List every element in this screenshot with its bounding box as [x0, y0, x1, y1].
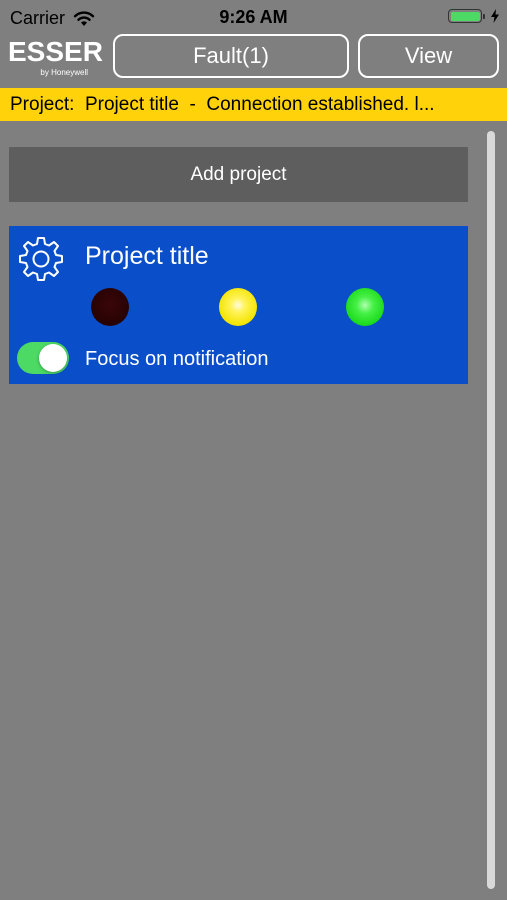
- bolt-icon: [491, 9, 499, 23]
- scrollbar[interactable]: [487, 131, 495, 889]
- battery-icon: [448, 9, 482, 23]
- esser-logo: ESSER by Honeywell: [8, 36, 106, 78]
- status-time: 9:26 AM: [219, 7, 288, 27]
- view-button[interactable]: View: [358, 34, 499, 78]
- fire-status-lamp: [91, 288, 129, 326]
- focus-notification-label: Focus on notification: [85, 348, 269, 370]
- project-card[interactable]: Project title Focus on notification: [9, 226, 468, 384]
- status-bar: Carrier 9:26 AM: [0, 0, 507, 34]
- logo-subtext: by Honeywell: [40, 68, 88, 77]
- logo-text: ESSER: [8, 36, 103, 67]
- battery-indicator: [448, 9, 499, 23]
- toggle-knob: [39, 344, 67, 372]
- app-header: ESSER by Honeywell Fault(1) View: [0, 34, 507, 88]
- fault-status-lamp: [219, 288, 257, 326]
- gear-icon[interactable]: [18, 235, 64, 281]
- fault-button[interactable]: Fault(1): [113, 34, 349, 78]
- connection-status-lamp: [346, 288, 384, 326]
- add-project-button[interactable]: Add project: [9, 147, 468, 202]
- status-ticker: Project: Project title - Connection esta…: [0, 88, 507, 121]
- project-title: Project title: [85, 242, 209, 270]
- focus-notification-toggle[interactable]: [17, 342, 69, 374]
